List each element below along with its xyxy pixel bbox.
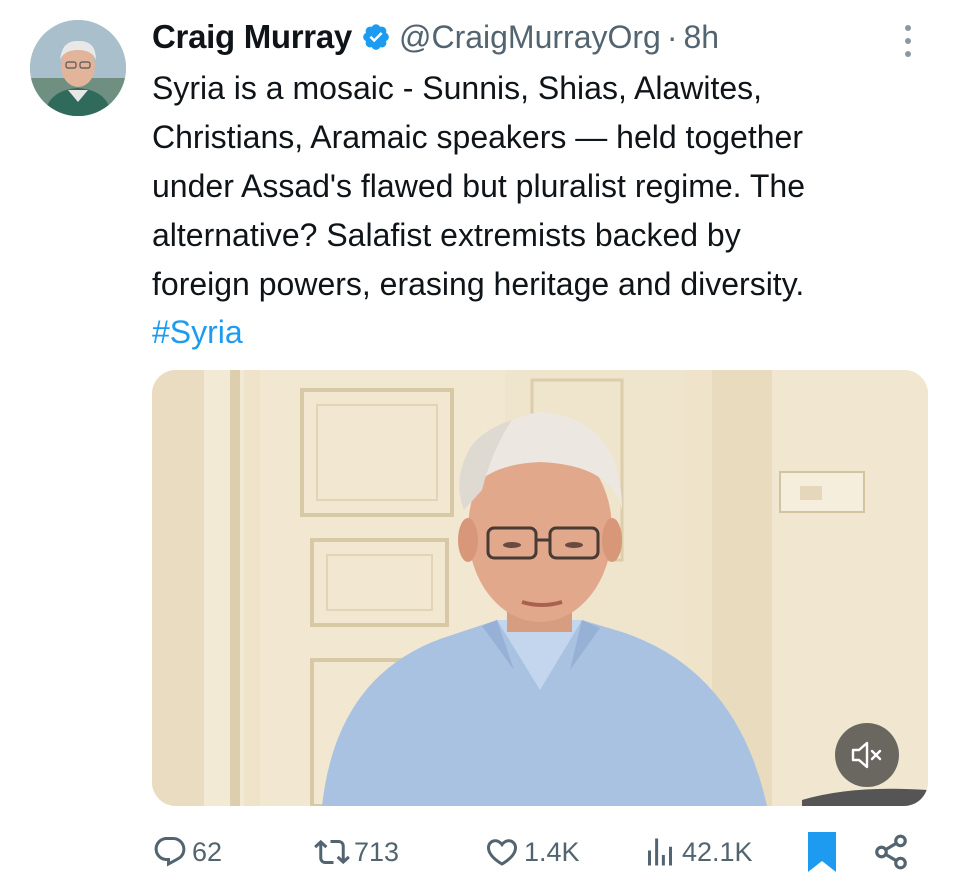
bookmark-button[interactable] [802,830,846,874]
views-button[interactable]: 42.1K [642,830,753,874]
share-icon [875,834,907,870]
reply-count: 62 [192,836,223,867]
reply-icon [154,837,186,867]
verified-badge-icon [361,22,391,52]
volume-muted-icon[interactable] [835,723,899,787]
separator-dot: · [666,18,678,55]
like-button[interactable]: 1.4K [484,830,580,874]
tweet-timestamp[interactable]: 8h [683,19,719,56]
retweet-count: 713 [354,836,400,867]
author-avatar[interactable] [30,20,126,116]
tweet-action-bar: 62 713 1.4K 42.1K [0,830,958,874]
tweet-text: Syria is a mosaic - Sunnis, Shias, Alawi… [152,70,805,302]
video-frame [152,370,928,806]
share-button[interactable] [872,830,914,874]
reply-button[interactable]: 62 [152,830,222,874]
like-count: 1.4K [524,836,580,867]
author-handle[interactable]: @CraigMurrayOrg [399,19,661,56]
tweet-header: Craig Murray @CraigMurrayOrg · 8h [152,14,719,60]
views-chart-icon [648,838,672,866]
retweet-button[interactable]: 713 [314,830,399,874]
heart-icon [486,839,518,866]
bookmark-icon [808,832,836,872]
hashtag-link[interactable]: #Syria [152,308,243,357]
author-name[interactable]: Craig Murray [152,18,352,56]
tweet-video[interactable] [152,370,928,806]
views-count: 42.1K [682,836,753,867]
retweet-icon [314,839,350,865]
more-options-icon[interactable] [897,22,919,62]
